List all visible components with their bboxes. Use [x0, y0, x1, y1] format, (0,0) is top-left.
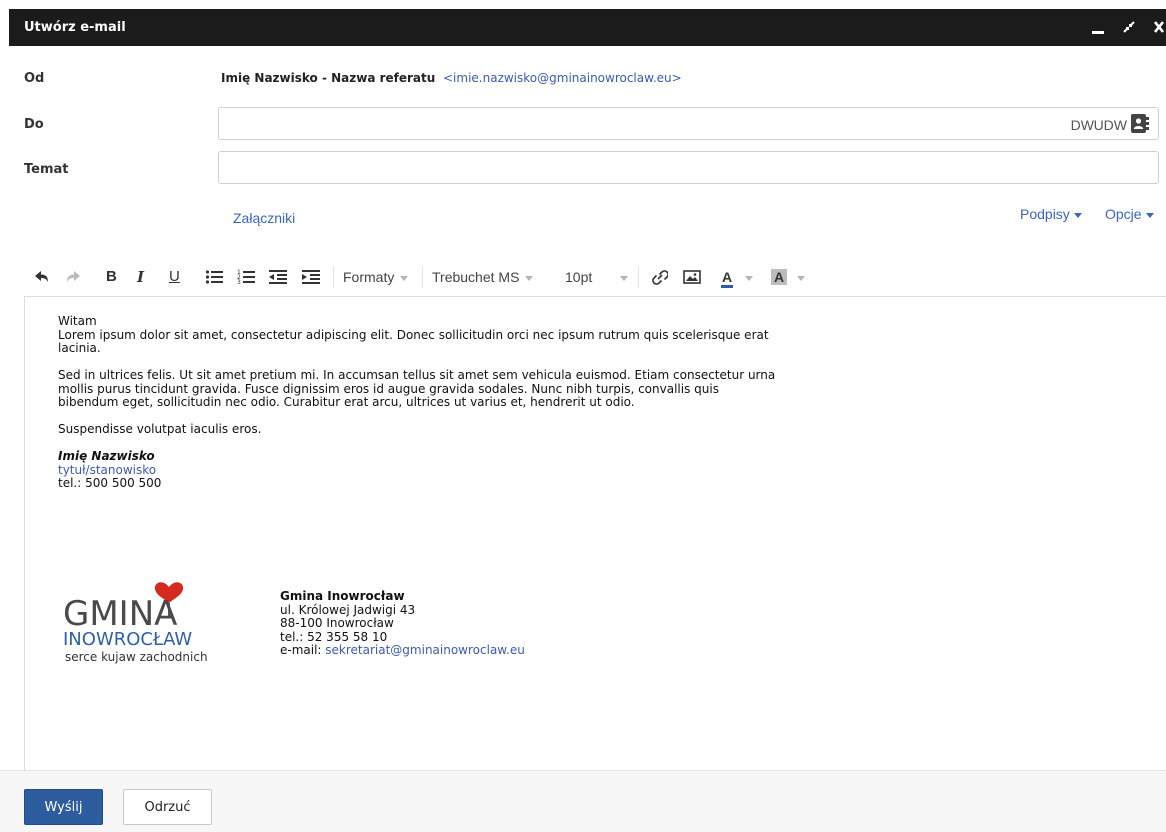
- formats-dropdown[interactable]: Formaty: [343, 266, 409, 288]
- to-label: Do: [24, 117, 44, 132]
- org-phone: tel.: 52 355 58 10: [280, 629, 388, 644]
- options-dropdown[interactable]: Opcje: [1105, 206, 1154, 222]
- svg-text:3: 3: [237, 279, 241, 286]
- org-email-prefix: e-mail:: [280, 643, 326, 657]
- minimize-icon[interactable]: [1092, 18, 1104, 40]
- image-icon[interactable]: [683, 266, 701, 288]
- message-editor[interactable]: Witam Lorem ipsum dolor sit amet, consec…: [24, 296, 1166, 776]
- toolbar-divider: [638, 266, 639, 288]
- formats-label: Formaty: [343, 269, 395, 285]
- logo-tagline: serce kujaw zachodnich: [65, 650, 208, 664]
- logo-line1: GMINA: [63, 594, 177, 634]
- chevron-down-icon: [797, 275, 806, 281]
- signature-role: tytuł/stanowisko: [58, 462, 157, 477]
- from-email: <imie.nazwisko@gminainowroclaw.eu>: [443, 71, 682, 85]
- subject-input[interactable]: [219, 152, 1158, 183]
- editor-toolbar: B I U 123 Formaty Trebuchet MS 10pt A A: [24, 260, 1166, 294]
- window-title: Utwórz e-mail: [24, 20, 126, 35]
- italic-icon[interactable]: I: [137, 266, 144, 288]
- font-size-value: 10pt: [565, 269, 593, 285]
- redo-icon[interactable]: [65, 266, 81, 288]
- chevron-down-icon: [1145, 212, 1154, 218]
- subject-label: Temat: [24, 162, 69, 177]
- from-label: Od: [24, 71, 45, 86]
- font-size-dropdown[interactable]: 10pt: [565, 266, 629, 288]
- cc-toggle[interactable]: DW: [1071, 117, 1094, 133]
- org-name: Gmina Inowrocław: [280, 589, 405, 603]
- text-color-icon[interactable]: A: [721, 266, 754, 288]
- chevron-down-icon: [620, 275, 629, 281]
- to-input[interactable]: [219, 108, 1158, 139]
- signature-name: Imię Nazwisko: [58, 449, 155, 463]
- body-paragraph: Lorem ipsum dolor sit amet, consectetur …: [58, 327, 769, 355]
- send-button[interactable]: Wyślij: [24, 789, 103, 825]
- font-family-dropdown[interactable]: Trebuchet MS: [432, 266, 534, 288]
- bullet-list-icon[interactable]: [205, 266, 223, 288]
- org-email-link[interactable]: sekretariat@gminainowroclaw.eu: [325, 643, 525, 657]
- options-label: Opcje: [1105, 206, 1142, 222]
- address-book-icon[interactable]: [1131, 114, 1149, 133]
- chevron-down-icon: [525, 275, 534, 281]
- signature-phone: tel.: 500 500 500: [58, 476, 162, 490]
- outdent-icon[interactable]: [269, 266, 287, 288]
- underline-icon[interactable]: U: [169, 266, 180, 288]
- gmina-logo: GMINA INOWROCŁAW serce kujaw zachodnich: [59, 573, 249, 669]
- attachments-link[interactable]: Załączniki: [233, 210, 295, 226]
- undo-icon[interactable]: [34, 266, 50, 288]
- chevron-down-icon: [1073, 212, 1082, 218]
- compose-footer: Wyślij Odrzuć: [0, 770, 1166, 832]
- chevron-down-icon: [400, 275, 409, 281]
- organization-info: Gmina Inowrocław ul. Królowej Jadwigi 43…: [280, 589, 525, 658]
- discard-button[interactable]: Odrzuć: [123, 789, 212, 825]
- signatures-label: Podpisy: [1020, 206, 1070, 222]
- body-paragraph: Sed in ultrices felis. Ut sit amet preti…: [58, 368, 776, 409]
- indent-icon[interactable]: [302, 266, 320, 288]
- toolbar-divider: [422, 266, 423, 288]
- from-name: Imię Nazwisko - Nazwa referatu: [221, 71, 436, 85]
- signatures-dropdown[interactable]: Podpisy: [1020, 206, 1082, 222]
- highlight-color-icon[interactable]: A: [771, 266, 806, 288]
- subject-field[interactable]: [218, 151, 1159, 184]
- message-body: Witam Lorem ipsum dolor sit amet, consec…: [58, 314, 778, 491]
- link-icon[interactable]: [650, 266, 669, 288]
- org-street: ul. Królowej Jadwigi 43: [280, 602, 416, 617]
- org-email-line: e-mail: sekretariat@gminainowroclaw.eu: [280, 643, 525, 658]
- numbered-list-icon[interactable]: 123: [237, 266, 255, 288]
- window-titlebar: Utwórz e-mail: [9, 9, 1166, 46]
- org-city: 88-100 Inowrocław: [280, 616, 394, 630]
- toolbar-divider: [333, 266, 334, 288]
- bcc-toggle[interactable]: UDW: [1094, 117, 1127, 133]
- logo-line2: INOWROCŁAW: [63, 629, 192, 650]
- font-family-value: Trebuchet MS: [432, 269, 520, 285]
- body-greeting: Witam: [58, 314, 97, 328]
- bold-icon[interactable]: B: [106, 266, 117, 288]
- close-icon[interactable]: [1153, 18, 1165, 40]
- restore-icon[interactable]: [1122, 18, 1136, 40]
- body-paragraph: Suspendisse volutpat iaculis eros.: [58, 422, 262, 436]
- chevron-down-icon: [745, 275, 754, 281]
- to-field[interactable]: DW UDW: [218, 107, 1159, 140]
